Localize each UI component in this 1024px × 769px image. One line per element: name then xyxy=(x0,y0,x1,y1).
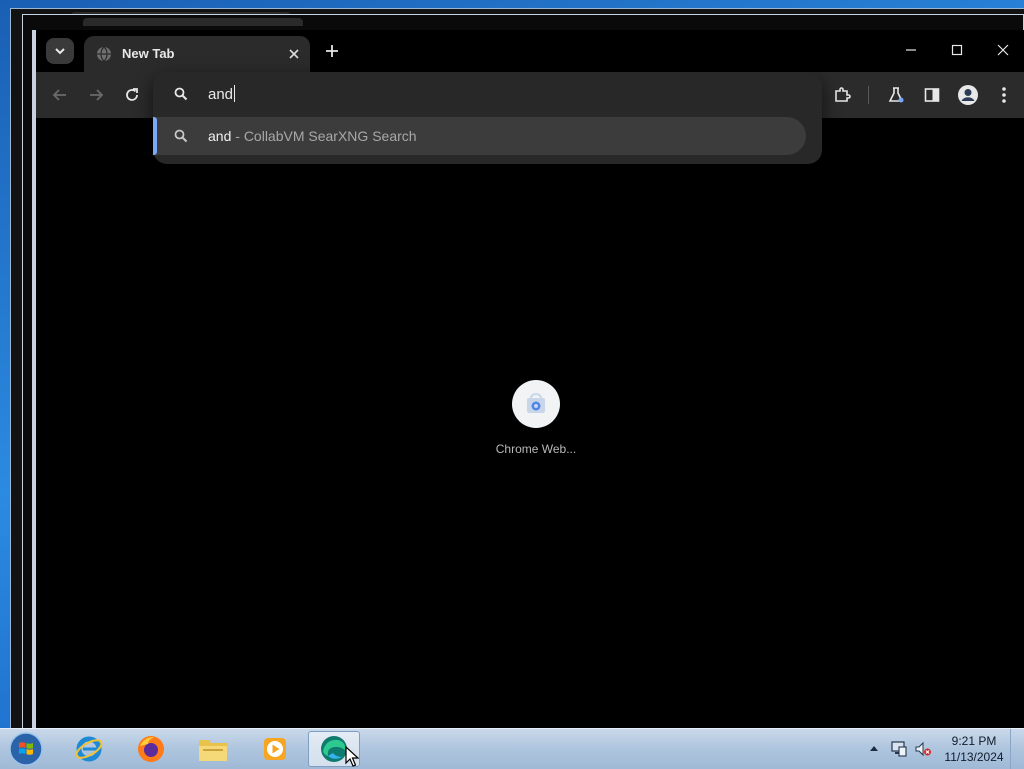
clock-time: 9:21 PM xyxy=(951,734,997,748)
chevron-down-icon xyxy=(55,48,65,55)
search-icon xyxy=(174,129,188,143)
folder-icon xyxy=(199,740,227,761)
chrome-web-store-icon xyxy=(527,393,545,413)
omnibox-suggestion[interactable]: and - CollabVM SearXNG Search xyxy=(153,117,806,155)
taskbar-media-player[interactable] xyxy=(250,731,300,767)
suggestion-selection-bar xyxy=(153,117,157,155)
profile-button[interactable] xyxy=(956,83,980,107)
suggestion-text: and - CollabVM SearXNG Search xyxy=(208,128,417,144)
network-tray-button[interactable] xyxy=(890,740,908,758)
chrome-menu-button[interactable] xyxy=(992,83,1016,107)
forward-button[interactable] xyxy=(84,83,108,107)
puzzle-icon xyxy=(835,87,851,102)
avatar-icon xyxy=(958,85,978,105)
taskbar-firefox[interactable] xyxy=(126,731,176,767)
extensions-button[interactable] xyxy=(830,83,854,107)
arrow-left-icon xyxy=(52,89,66,101)
tab-search-button[interactable] xyxy=(46,38,74,64)
shortcut-icon-circle xyxy=(512,380,560,428)
close-window-button[interactable] xyxy=(988,36,1018,64)
taskbar-internet-explorer[interactable] xyxy=(64,731,114,767)
system-tray: 9:21 PM 11/13/2024 xyxy=(866,729,1024,769)
chevron-up-icon xyxy=(870,746,878,751)
omnibox-dropdown: and and - CollabVM SearXNG Search xyxy=(153,72,822,164)
suggestion-query: and xyxy=(208,128,232,144)
minimize-icon xyxy=(906,49,916,51)
address-input-value: and xyxy=(208,86,234,103)
shortcut-tile[interactable]: Chrome Web... xyxy=(484,380,588,490)
search-icon xyxy=(174,87,188,101)
network-icon xyxy=(891,741,907,757)
taskbar-clock[interactable]: 9:21 PM 11/13/2024 xyxy=(938,733,1010,765)
suggestion-description: CollabVM SearXNG Search xyxy=(243,128,417,144)
volume-muted-icon xyxy=(915,741,931,757)
back-button[interactable] xyxy=(48,83,72,107)
labs-button[interactable] xyxy=(884,83,908,107)
side-panel-icon xyxy=(924,88,940,102)
close-icon xyxy=(997,44,1009,56)
tab-new-tab[interactable]: New Tab xyxy=(84,36,310,72)
maximize-icon xyxy=(951,44,963,56)
arrow-right-icon xyxy=(90,89,104,101)
reload-button[interactable] xyxy=(120,83,144,107)
close-tab-button[interactable] xyxy=(284,44,304,64)
reload-icon xyxy=(126,88,138,101)
maximize-button[interactable] xyxy=(942,36,972,64)
toolbar-divider xyxy=(868,86,869,104)
show-hidden-icons-button[interactable] xyxy=(870,741,882,755)
suggestion-separator: - xyxy=(231,128,244,144)
flask-icon xyxy=(888,87,904,103)
address-bar[interactable]: and xyxy=(153,72,822,116)
shortcut-label: Chrome Web... xyxy=(495,442,577,456)
globe-icon xyxy=(97,46,111,62)
address-input[interactable]: and xyxy=(208,85,236,103)
kebab-menu-icon xyxy=(1002,87,1006,103)
new-tab-button[interactable] xyxy=(320,39,344,63)
tab-title: New Tab xyxy=(122,46,175,61)
clock-date: 11/13/2024 xyxy=(944,750,1004,764)
windows-start-icon xyxy=(9,732,43,766)
text-caret xyxy=(234,85,236,102)
internet-explorer-icon xyxy=(75,736,103,762)
title-bar: New Tab xyxy=(36,30,1024,72)
minimize-button[interactable] xyxy=(896,36,926,64)
firefox-icon xyxy=(138,736,164,762)
volume-tray-button[interactable] xyxy=(914,740,932,758)
mouse-cursor-icon xyxy=(345,746,359,767)
media-player-icon xyxy=(264,738,286,760)
plus-icon xyxy=(326,45,338,57)
start-button[interactable] xyxy=(4,730,48,768)
taskbar-file-explorer[interactable] xyxy=(188,731,238,767)
side-panel-button[interactable] xyxy=(920,83,944,107)
close-icon xyxy=(289,49,299,59)
taskbar: 9:21 PM 11/13/2024 xyxy=(0,728,1024,769)
show-desktop-button[interactable] xyxy=(1010,729,1024,769)
